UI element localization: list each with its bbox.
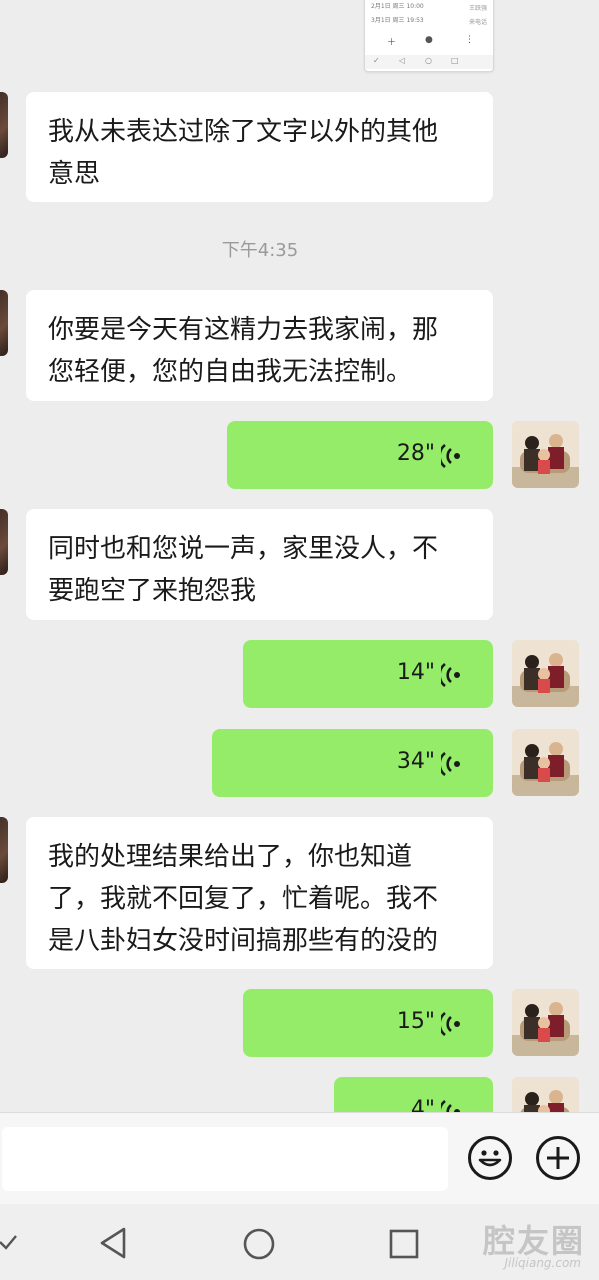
my-avatar[interactable] <box>512 640 579 707</box>
voice-message-bubble[interactable]: 15" <box>243 989 493 1057</box>
thumbnail-row-date: 3月1日 周三 19:53 <box>371 17 424 24</box>
plus-icon <box>547 1147 569 1169</box>
emoji-button[interactable] <box>468 1136 512 1180</box>
system-navigation-bar: 腔友圈 Jiliqiang.com <box>0 1204 599 1280</box>
check-icon[interactable] <box>0 1230 20 1254</box>
incoming-message-bubble[interactable]: 同时也和您说一声，家里没人，不 要跑空了来抱怨我 <box>26 509 493 620</box>
incoming-message-bubble[interactable]: 我从未表达过除了文字以外的其他 意思 <box>26 92 493 202</box>
message-text: 你要是今天有这精力去我家闹，那 您轻便，您的自由我无法控制。 <box>48 315 439 387</box>
shared-screenshot-thumbnail[interactable]: 2月1日 周三 10:00 王跃强 3月1日 周三 19:53 来电话 ＋ ● … <box>364 0 494 72</box>
message-input-bar <box>0 1112 599 1205</box>
family-photo-avatar-icon <box>512 989 579 1056</box>
thumbnail-toolbar: ＋ ● ⋮ <box>365 35 493 51</box>
my-avatar[interactable] <box>512 421 579 488</box>
family-photo-avatar-icon <box>512 729 579 796</box>
my-avatar[interactable] <box>512 989 579 1056</box>
more-functions-button[interactable] <box>536 1136 580 1180</box>
contact-avatar[interactable] <box>0 290 8 356</box>
incoming-message-bubble[interactable]: 我的处理结果给出了，你也知道 了，我就不回复了，忙着呢。我不 是八卦妇女没时间搞… <box>26 817 493 969</box>
contact-avatar[interactable] <box>0 817 8 883</box>
thumbnail-more-icon: ⋮ <box>465 35 474 45</box>
message-text: 我的处理结果给出了，你也知道 了，我就不回复了，忙着呢。我不 是八卦妇女没时间搞… <box>48 842 439 956</box>
thumbnail-row: 3月1日 周三 19:53 来电话 <box>371 15 487 29</box>
thumbnail-row-name: 来电话 <box>468 19 487 26</box>
message-timestamp: 下午4:35 <box>221 240 299 261</box>
voice-duration: 28" <box>396 441 435 466</box>
watermark-url: Jiliqiang.com <box>504 1256 581 1270</box>
thumbnail-check-icon: ✓ <box>373 56 380 65</box>
thumbnail-row: 2月1日 周三 10:00 王跃强 <box>371 1 487 15</box>
thumbnail-row-name: 王跃强 <box>468 5 487 12</box>
thumbnail-row-date: 2月1日 周三 10:00 <box>371 3 424 10</box>
my-avatar[interactable] <box>512 729 579 796</box>
voice-wave-icon <box>441 443 460 469</box>
voice-duration: 14" <box>396 660 435 685</box>
thumbnail-back-icon: ◁ <box>399 56 406 65</box>
incoming-message-bubble[interactable]: 你要是今天有这精力去我家闹，那 您轻便，您的自由我无法控制。 <box>26 290 493 401</box>
thumbnail-recent-icon: □ <box>451 56 459 65</box>
voice-duration: 15" <box>396 1009 435 1034</box>
voice-message-bubble[interactable]: 34" <box>212 729 493 797</box>
family-photo-avatar-icon <box>512 421 579 488</box>
voice-message-bubble[interactable]: 28" <box>227 421 493 489</box>
message-input[interactable] <box>2 1127 448 1191</box>
thumbnail-home-icon: ○ <box>425 56 432 65</box>
thumbnail-person-icon: ● <box>425 35 433 45</box>
message-text: 我从未表达过除了文字以外的其他 意思 <box>48 117 439 189</box>
voice-wave-icon <box>441 1011 460 1037</box>
back-icon[interactable] <box>98 1226 130 1260</box>
home-icon[interactable] <box>242 1227 276 1261</box>
recent-apps-icon[interactable] <box>388 1228 420 1260</box>
thumbnail-navbar: ✓ ◁ ○ □ <box>365 55 493 69</box>
message-text: 同时也和您说一声，家里没人，不 要跑空了来抱怨我 <box>48 534 439 606</box>
voice-wave-icon <box>441 662 460 688</box>
voice-wave-icon <box>441 751 460 777</box>
thumbnail-plus-icon: ＋ <box>387 38 397 48</box>
voice-duration: 34" <box>396 749 435 774</box>
contact-avatar[interactable] <box>0 92 8 158</box>
voice-message-bubble[interactable]: 14" <box>243 640 493 708</box>
family-photo-avatar-icon <box>512 640 579 707</box>
contact-avatar[interactable] <box>0 509 8 575</box>
emoji-icon <box>478 1150 502 1167</box>
